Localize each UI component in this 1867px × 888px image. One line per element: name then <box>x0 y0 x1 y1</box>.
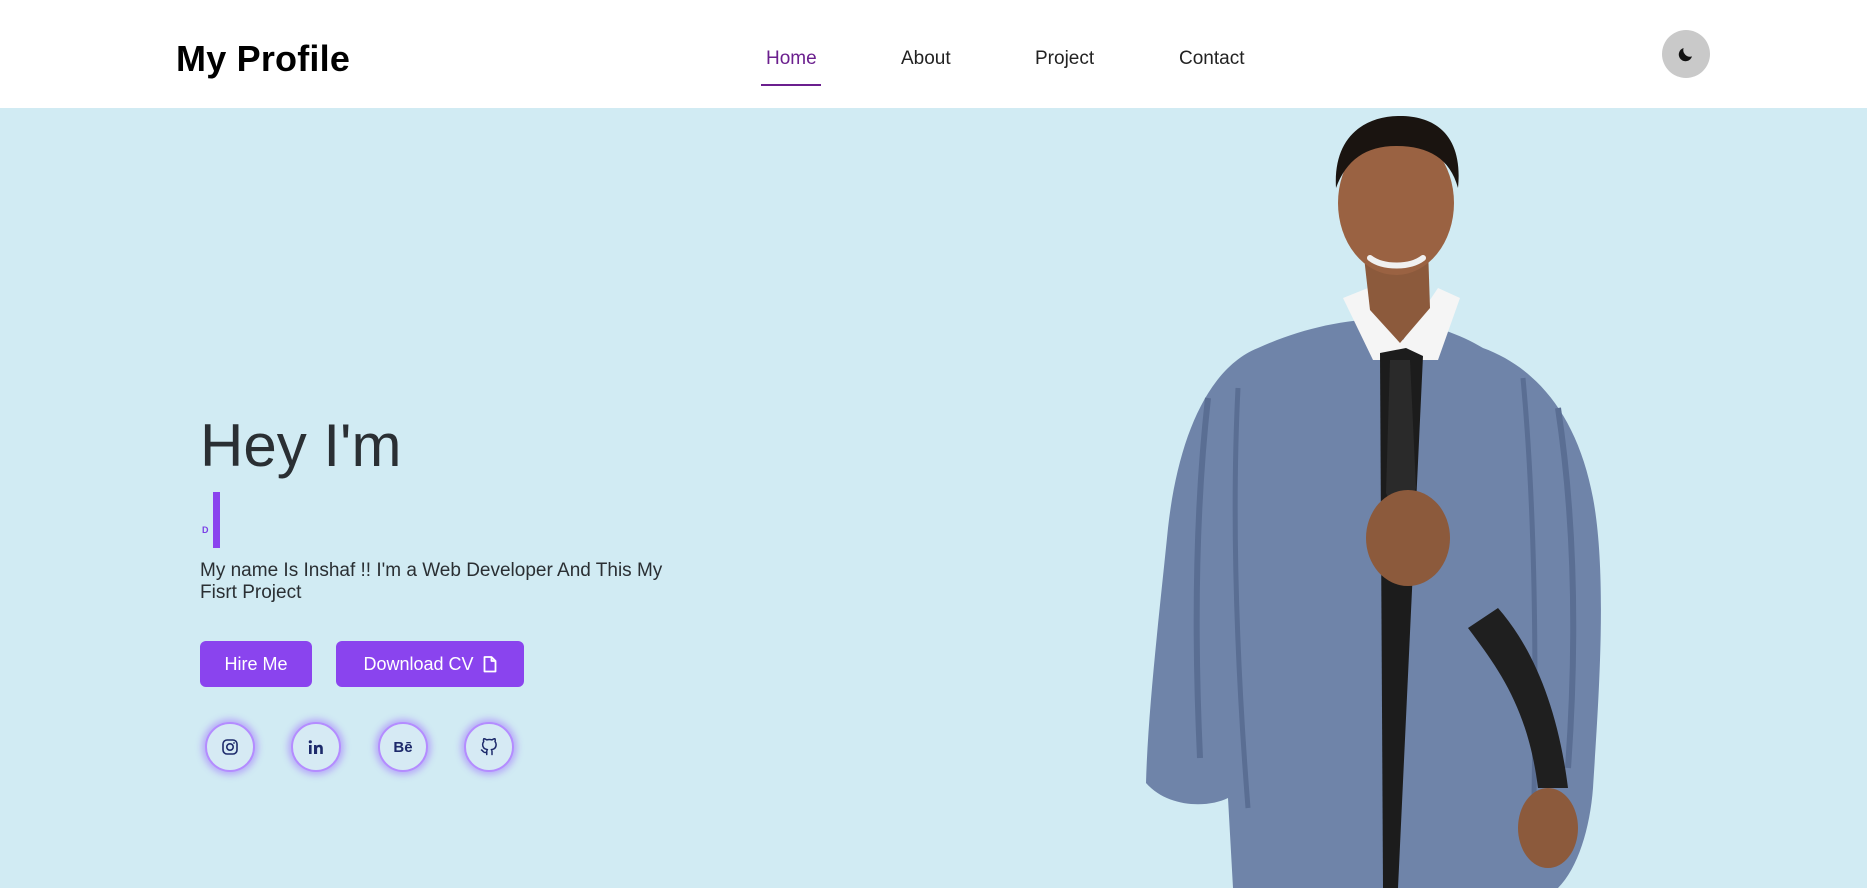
github-icon <box>480 738 497 756</box>
nav-contact[interactable]: Contact <box>1179 48 1244 70</box>
site-header: My Profile Home About Project Contact <box>0 0 1867 108</box>
profile-portrait <box>1146 116 1601 888</box>
typed-text: D <box>202 525 209 535</box>
nav-project[interactable]: Project <box>1035 48 1094 70</box>
instagram-icon <box>222 739 238 755</box>
typing-cursor <box>213 492 220 548</box>
linkedin-icon <box>308 740 323 754</box>
hero-section: Hey I'm D My name Is Inshaf !! I'm a Web… <box>0 108 1867 888</box>
hire-me-button[interactable]: Hire Me <box>200 641 312 687</box>
nav-active-underline <box>761 84 821 86</box>
nav-about[interactable]: About <box>901 48 951 70</box>
download-cv-button[interactable]: Download CV <box>336 641 524 687</box>
behance-link[interactable]: Bē <box>378 722 428 772</box>
behance-icon: Bē <box>393 738 413 756</box>
file-icon <box>483 655 496 672</box>
hero-intro: My name Is Inshaf !! I'm a Web Developer… <box>200 560 663 603</box>
github-link[interactable] <box>464 722 514 772</box>
nav-home[interactable]: Home <box>766 48 817 70</box>
download-cv-label: Download CV <box>363 653 474 674</box>
linkedin-link[interactable] <box>291 722 341 772</box>
moon-icon <box>1678 48 1692 62</box>
hire-me-label: Hire Me <box>224 653 288 674</box>
site-logo[interactable]: My Profile <box>176 38 350 80</box>
theme-toggle-button[interactable] <box>1662 30 1710 78</box>
instagram-link[interactable] <box>205 722 255 772</box>
hero-greeting: Hey I'm <box>200 412 402 479</box>
